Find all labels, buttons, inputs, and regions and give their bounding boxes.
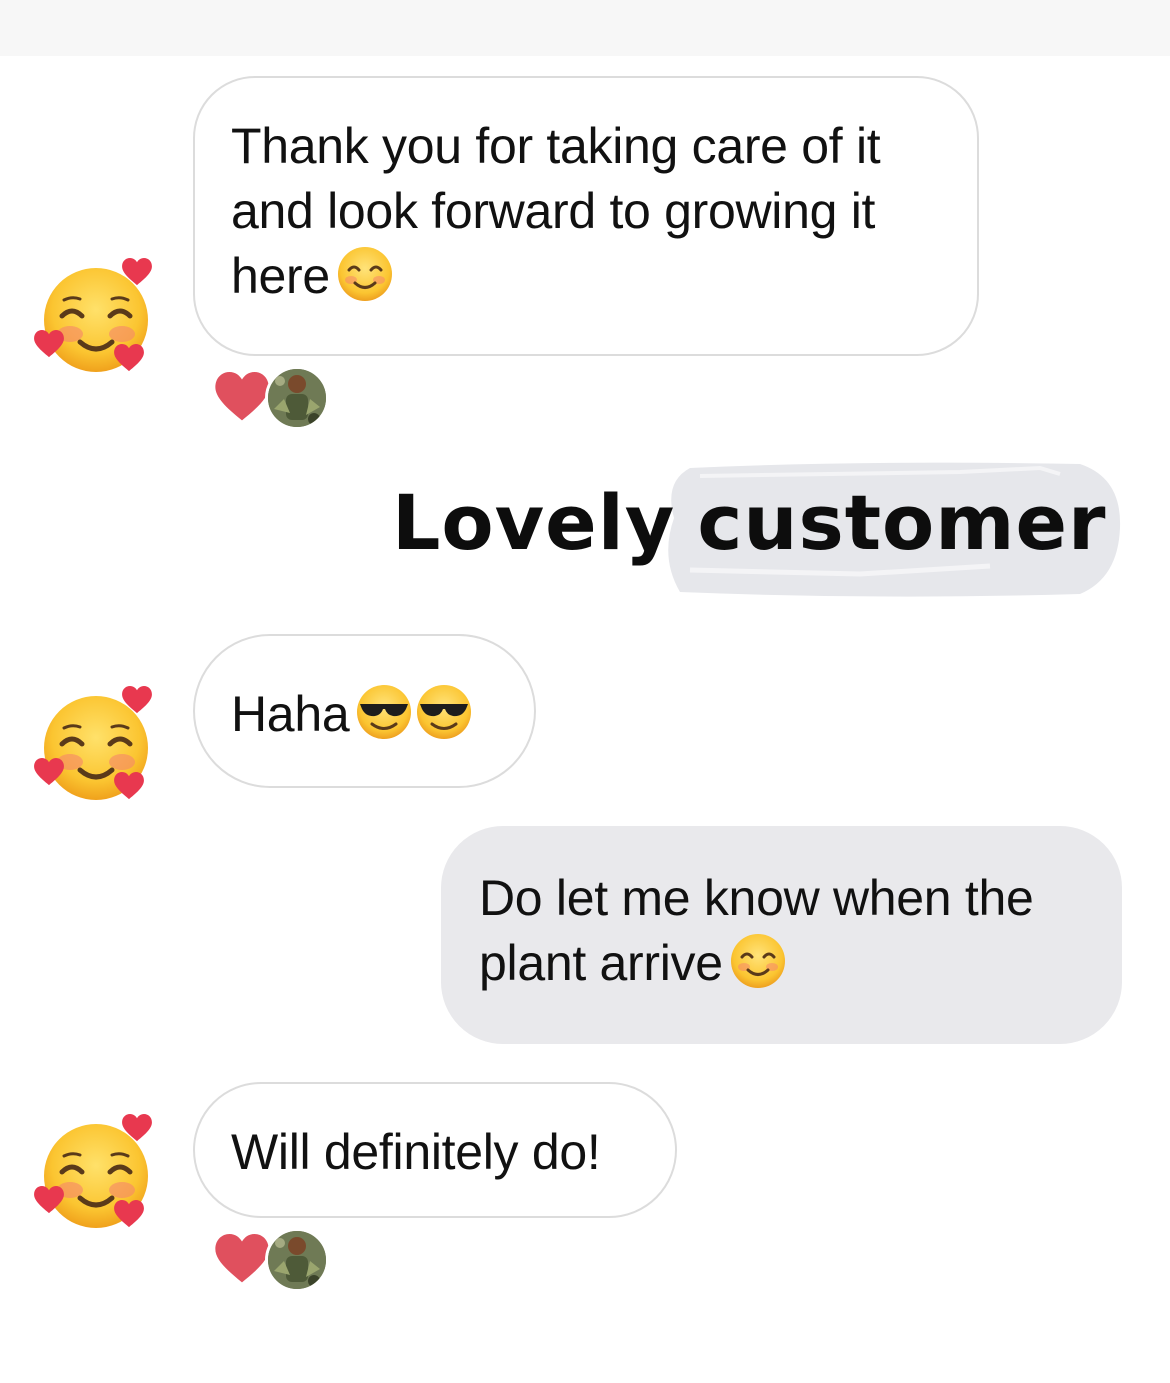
caption-word: Lovely <box>392 478 676 567</box>
message-text: Thank you for taking care of it and look… <box>231 118 881 304</box>
contact-avatar-icon[interactable] <box>34 256 158 380</box>
message-reaction[interactable] <box>215 366 335 430</box>
message-text: Haha <box>231 686 350 742</box>
message-reaction[interactable] <box>215 1228 335 1292</box>
sunglasses-face-icon <box>415 683 473 741</box>
reactor-avatar <box>265 1228 329 1292</box>
heart-reaction-icon <box>215 372 269 421</box>
top-bar <box>0 0 1170 56</box>
message-bubble[interactable]: Haha <box>193 634 536 788</box>
smiling-face-icon <box>729 932 787 990</box>
message-text: Will definitely do! <box>231 1124 601 1180</box>
message-bubble-outgoing[interactable]: Do let me know when the plant arrive <box>441 826 1122 1044</box>
caption-text: Lovely customer <box>392 478 1112 567</box>
contact-avatar-icon[interactable] <box>34 684 158 808</box>
smiling-face-icon <box>336 245 394 303</box>
message-bubble[interactable]: Thank you for taking care of it and look… <box>193 76 979 356</box>
heart-reaction-icon <box>215 1234 269 1283</box>
sunglasses-face-icon <box>355 683 413 741</box>
reactor-avatar <box>265 366 329 430</box>
caption-word: customer <box>697 478 1107 567</box>
message-bubble[interactable]: Will definitely do! <box>193 1082 677 1218</box>
contact-avatar-icon[interactable] <box>34 1112 158 1236</box>
